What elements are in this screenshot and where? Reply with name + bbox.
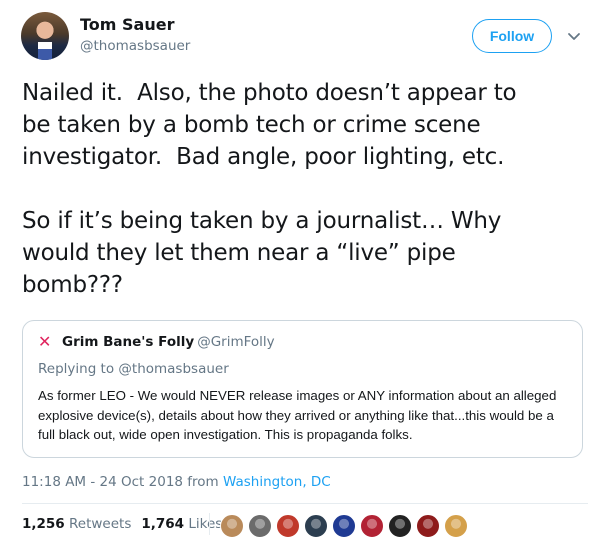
red-x-icon: ✕ — [38, 332, 52, 351]
quoted-author: Grim Bane's Folly @GrimFolly — [62, 334, 275, 350]
retweets-count: 1,256 — [22, 516, 65, 532]
person-avatar-icon[interactable] — [416, 514, 440, 538]
timestamp[interactable]: 11:18 AM - 24 Oct 2018 from — [22, 474, 219, 490]
replying-to: Replying to @thomasbsauer — [38, 361, 229, 377]
author-handle[interactable]: @thomasbsauer — [80, 38, 190, 54]
person-avatar-icon[interactable] — [276, 514, 300, 538]
author-name[interactable]: Tom Sauer — [80, 15, 174, 34]
likes-count: 1,764 — [141, 516, 185, 532]
quoted-tweet[interactable]: ✕ Grim Bane's Folly @GrimFolly Replying t… — [22, 320, 583, 458]
tweet-stats: 1,256 Retweets 1,764 Likes — [22, 516, 222, 532]
divider — [22, 503, 588, 504]
quoted-text: As former LEO - We would NEVER release i… — [38, 388, 557, 442]
flag-avatar-icon[interactable] — [332, 514, 356, 538]
quoted-author-name: Grim Bane's Folly — [62, 334, 195, 350]
likes-stat[interactable]: 1,764 Likes — [141, 516, 222, 532]
person-avatar-icon[interactable] — [248, 514, 272, 538]
tweet-metadata: 11:18 AM - 24 Oct 2018 from Washington, … — [22, 474, 331, 490]
retweets-label: Retweets — [69, 516, 132, 532]
author-avatar[interactable] — [21, 12, 69, 60]
quoted-author-handle: @GrimFolly — [197, 334, 275, 350]
tweet-text: Nailed it. Also, the photo doesn’t appea… — [22, 80, 517, 298]
dog-avatar-icon[interactable] — [388, 514, 412, 538]
follow-button[interactable]: Follow — [472, 19, 552, 53]
landscape-avatar-icon[interactable] — [444, 514, 468, 538]
location-link[interactable]: Washington, DC — [223, 474, 331, 490]
retweets-stat[interactable]: 1,256 Retweets — [22, 516, 131, 532]
likes-label: Likes — [188, 516, 223, 532]
flag-avatar-icon[interactable] — [360, 514, 384, 538]
person-avatar-icon[interactable] — [304, 514, 328, 538]
dog-avatar-icon[interactable] — [220, 514, 244, 538]
chevron-down-icon[interactable] — [566, 28, 582, 44]
stats-separator — [209, 513, 210, 535]
